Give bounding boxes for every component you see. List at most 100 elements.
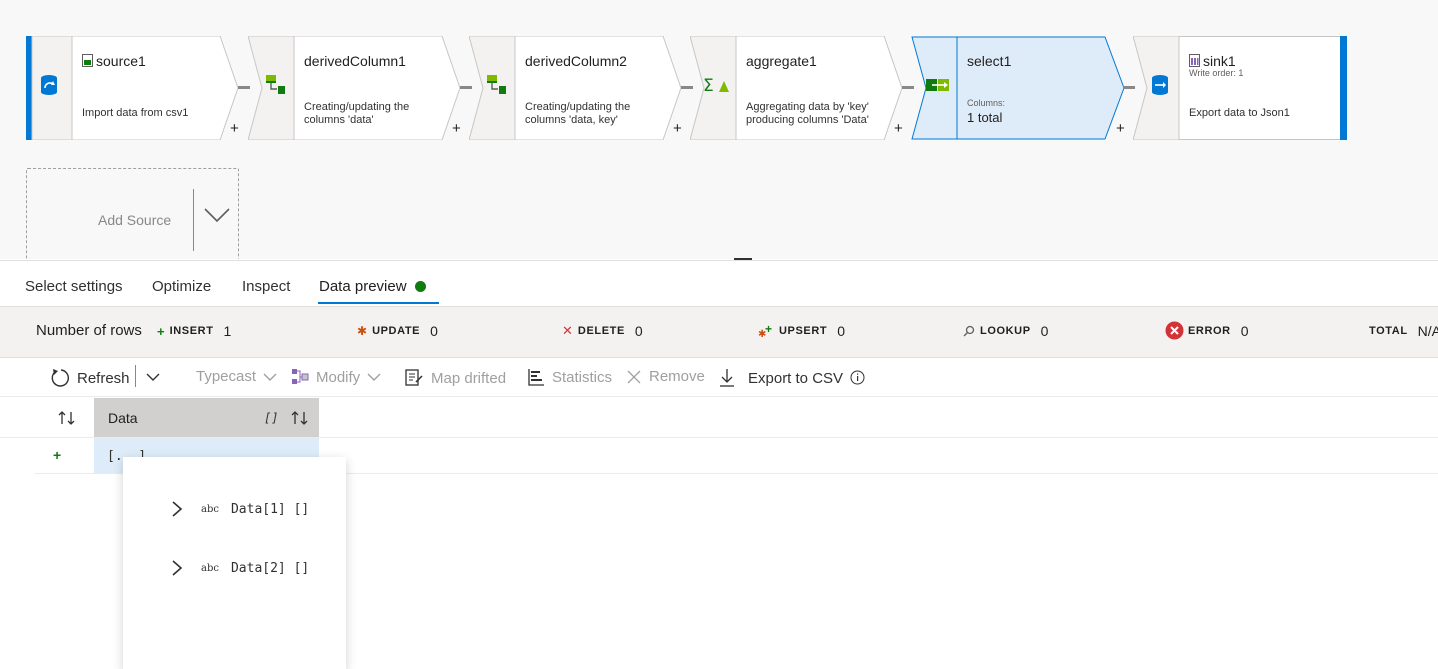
remove-label: Remove [649,368,705,385]
sort-icon[interactable] [58,410,76,431]
node-description: Creating/updating the [525,101,631,113]
json-file-icon [1189,54,1200,67]
node-description: Aggregating data by 'key' [746,101,869,113]
typecast-label: Typecast [196,368,257,385]
add-transform-button[interactable]: + [1116,120,1125,137]
map-drifted-button[interactable]: Map drifted [404,368,506,388]
upsert-icon: ✱+ [758,324,772,338]
chevron-down-icon [367,373,381,381]
map-drifted-label: Map drifted [431,369,507,387]
refresh-icon [51,369,70,387]
modify-button[interactable]: Modify [291,368,381,386]
svg-text:+: + [765,324,772,336]
close-icon [627,370,641,383]
columns-label: Columns: [967,98,1006,108]
chevron-down-icon [263,373,277,381]
stat-lookup: LOOKUP 0 [963,323,1048,339]
add-transform-button[interactable]: + [452,120,461,137]
map-drifted-icon [405,369,423,386]
svg-text:Σ: Σ [703,76,714,95]
modify-label: Modify [316,368,361,386]
node-derivedcolumn1[interactable]: derivedColumn1 Creating/updating the col… [248,36,463,140]
tab-data-preview[interactable]: Data preview [319,278,426,295]
info-icon[interactable] [850,370,872,385]
list-item[interactable]: abc Data[2] [] [171,559,309,577]
typecast-button[interactable]: Typecast [196,368,277,385]
preview-toolbar: Refresh Typecast Modify Map drifted Stat… [0,359,1438,397]
select-transform-icon [921,68,955,102]
node-select1[interactable]: select1 Columns: 1 total + [911,36,1126,140]
chevron-right-icon[interactable] [171,500,183,518]
stat-label: DELETE [577,325,625,337]
export-csv-button[interactable]: Export to CSV [719,368,843,388]
node-description: Import data from csv1 [82,107,189,119]
chevron-down-icon[interactable] [203,207,231,228]
add-transform-button[interactable]: + [894,120,903,137]
node-name: source1 [96,53,146,69]
add-transform-button[interactable]: + [230,120,239,137]
refresh-label: Refresh [77,369,130,387]
statistics-label: Statistics [552,368,613,386]
derived-column-icon [479,68,513,102]
node-description: Export data to Json1 [1189,107,1290,119]
list-item[interactable]: abc Data[1] [] [171,500,309,518]
status-dot-icon [414,281,426,292]
error-icon [1165,321,1184,340]
insert-marker-icon: + [53,447,62,463]
node-aggregate1[interactable]: Σ aggregate1 Aggregating data by 'key' p… [690,36,905,140]
stat-label: UPSERT [779,325,828,337]
stat-delete: ✕ DELETE 0 [562,323,643,339]
derived-column-icon [258,68,292,102]
sort-icon[interactable] [291,410,309,431]
tab-select-settings[interactable]: Select settings [25,278,123,295]
node-title: aggregate1 [746,53,817,69]
string-type-icon: abc [201,562,219,574]
stat-update: ✱ UPDATE 0 [357,323,438,339]
node-sink1[interactable]: sink1 Write order: 1 Export data to Json… [1133,36,1348,140]
item-name: Data[1] [] [230,501,310,517]
node-description: producing columns 'Data' [746,114,869,126]
node-description: columns 'data, key' [525,114,618,126]
tab-inspect[interactable]: Inspect [242,278,290,295]
active-tab-indicator [318,302,439,304]
magnifier-icon [963,325,975,337]
panel-tabs: Select settings Optimize Inspect Data pr… [0,261,1438,306]
asterisk-icon: ✱ [357,324,368,338]
column-header-data[interactable]: Data [] [94,398,319,437]
dataflow-canvas[interactable]: source1 Import data from csv1 + derivedC… [0,0,1438,259]
string-type-icon: abc [201,503,219,515]
add-transform-button[interactable]: + [673,120,682,137]
write-order: Write order: 1 [1189,68,1244,78]
add-source-box[interactable]: Add Source [26,168,239,259]
statistics-button[interactable]: Statistics [527,368,612,386]
column-type: [] [264,411,279,425]
remove-button[interactable]: Remove [626,368,705,385]
item-name: Data[2] [] [230,560,310,576]
database-sink-icon [1143,68,1177,102]
settings-panel: Select settings Optimize Inspect Data pr… [0,260,1438,669]
database-source-icon [32,68,66,102]
node-source1[interactable]: source1 Import data from csv1 + [26,36,241,140]
stat-label: INSERT [169,325,214,337]
add-source-label: Add Source [98,212,172,228]
stat-label: TOTAL [1369,325,1408,337]
node-title: sink1 [1189,53,1236,69]
stat-error: ERROR 0 [1165,321,1249,340]
refresh-button[interactable]: Refresh [50,368,130,388]
toolbar-divider [135,365,136,387]
chevron-right-icon[interactable] [171,559,183,577]
rows-label: Number of rows [36,322,142,339]
row-stats-bar: Number of rows + INSERT 1 ✱ UPDATE 0 ✕ D… [0,306,1438,358]
node-description: columns 'data' [304,114,374,126]
node-name: sink1 [1203,53,1236,69]
refresh-dropdown-chevron-down-icon[interactable] [145,372,168,382]
aggregate-sigma-icon: Σ [700,68,734,102]
stat-insert: + INSERT 1 [157,323,231,339]
stat-value: 0 [430,323,438,339]
tab-optimize[interactable]: Optimize [152,278,211,295]
stat-value: 0 [634,323,643,339]
node-description: Creating/updating the [304,101,410,113]
plus-icon: + [157,323,165,339]
grid-header: Data [] [0,398,1438,438]
node-derivedcolumn2[interactable]: derivedColumn2 Creating/updating the col… [469,36,684,140]
